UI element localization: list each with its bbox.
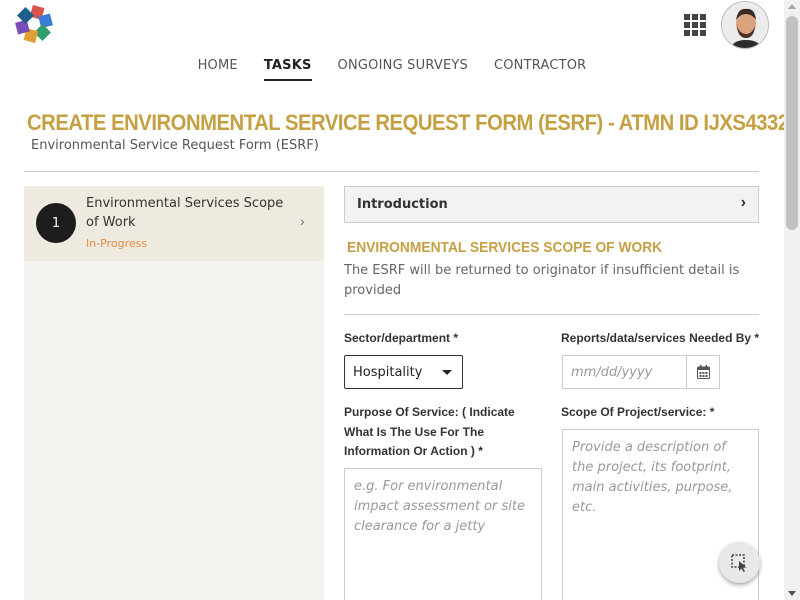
nav-ongoing-surveys[interactable]: ONGOING SURVEYS [338, 58, 468, 81]
sector-select[interactable]: Hospitality [344, 355, 463, 389]
step-number: 1 [36, 203, 76, 243]
scope-placeholder: Provide a description of the project, it… [572, 440, 733, 515]
scroll-down-icon[interactable] [788, 591, 796, 596]
purpose-textarea[interactable]: e.g. For environmental impact assessment… [344, 468, 542, 600]
page-scrollbar[interactable] [784, 0, 800, 600]
needed-by-date-input[interactable]: mm/dd/yyyy [562, 355, 720, 389]
scope-label: Scope Of Project/service: * [561, 405, 715, 419]
introduction-label: Introduction [357, 197, 448, 212]
section-description: The ESRF will be returned to originator … [344, 263, 740, 298]
chevron-right-icon: › [300, 213, 305, 229]
grid-apps-icon[interactable] [684, 14, 706, 36]
company-logo[interactable] [13, 4, 55, 44]
sector-value: Hospitality [353, 365, 423, 380]
step-status: In-Progress [86, 237, 148, 250]
nav-home[interactable]: HOME [198, 58, 238, 81]
user-avatar[interactable] [721, 1, 769, 49]
scroll-thumb[interactable] [786, 16, 798, 230]
chevron-right-icon: › [740, 194, 746, 211]
divider [24, 171, 759, 172]
step-label: Environmental Services Scope of Work [86, 196, 284, 230]
scroll-up-icon[interactable] [788, 4, 796, 9]
calendar-icon[interactable] [686, 356, 719, 388]
page-subtitle: Environmental Service Request Form (ESRF… [31, 138, 319, 153]
introduction-accordion[interactable]: Introduction › [344, 186, 759, 223]
main-nav: HOME TASKS ONGOING SURVEYS CONTRACTOR [0, 58, 784, 81]
needed-by-label: Reports/data/services Needed By * [561, 331, 760, 345]
nav-tasks[interactable]: TASKS [263, 58, 312, 81]
date-placeholder: mm/dd/yyyy [571, 365, 653, 380]
nav-contractor[interactable]: CONTRACTOR [494, 58, 586, 81]
select-tool-button[interactable] [719, 542, 760, 583]
section-title: ENVIRONMENTAL SERVICES SCOPE OF WORK [347, 239, 663, 256]
step-item[interactable]: 1 Environmental Services Scope of Work I… [24, 186, 324, 261]
steps-panel: 1 Environmental Services Scope of Work I… [24, 186, 324, 600]
cursor-select-icon [730, 553, 746, 572]
page-title: CREATE ENVIRONMENTAL SERVICE REQUEST FOR… [27, 110, 789, 135]
divider [344, 314, 759, 315]
caret-down-icon [442, 370, 452, 375]
purpose-label: Purpose Of Service: ( Indicate What Is T… [344, 405, 515, 458]
sector-label: Sector/department * [344, 331, 459, 345]
purpose-placeholder: e.g. For environmental impact assessment… [354, 479, 525, 534]
